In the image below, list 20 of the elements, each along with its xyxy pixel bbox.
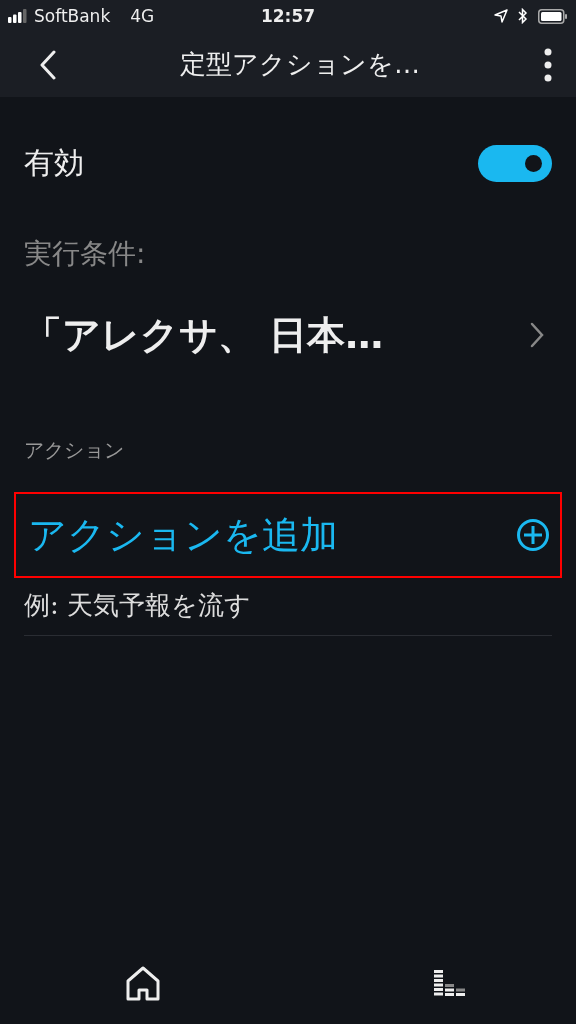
enabled-label: 有効	[24, 143, 84, 182]
battery-icon	[538, 8, 568, 24]
condition-phrase: 「アレクサ、 日本…	[24, 311, 384, 359]
network-type: 4G	[130, 6, 155, 26]
enabled-toggle[interactable]	[478, 144, 552, 182]
condition-label: 実行条件:	[24, 236, 147, 272]
bluetooth-icon	[518, 8, 528, 24]
example-text: 例: 天気予報を流す	[24, 589, 253, 622]
location-icon	[494, 9, 508, 23]
page-title: 定型アクションを…	[180, 48, 420, 81]
signal-icon	[8, 9, 28, 23]
status-time: 12:57	[260, 6, 316, 26]
add-circle-icon	[516, 518, 550, 552]
carrier-name: SoftBank	[34, 6, 111, 26]
chevron-right-icon	[530, 322, 544, 348]
home-tab[interactable]	[125, 965, 161, 1003]
music-tab[interactable]	[434, 970, 466, 998]
add-action-button[interactable]: アクションを追加	[14, 492, 562, 578]
condition-row[interactable]: 「アレクサ、 日本…	[24, 303, 552, 367]
section-heading: アクション	[24, 437, 125, 464]
